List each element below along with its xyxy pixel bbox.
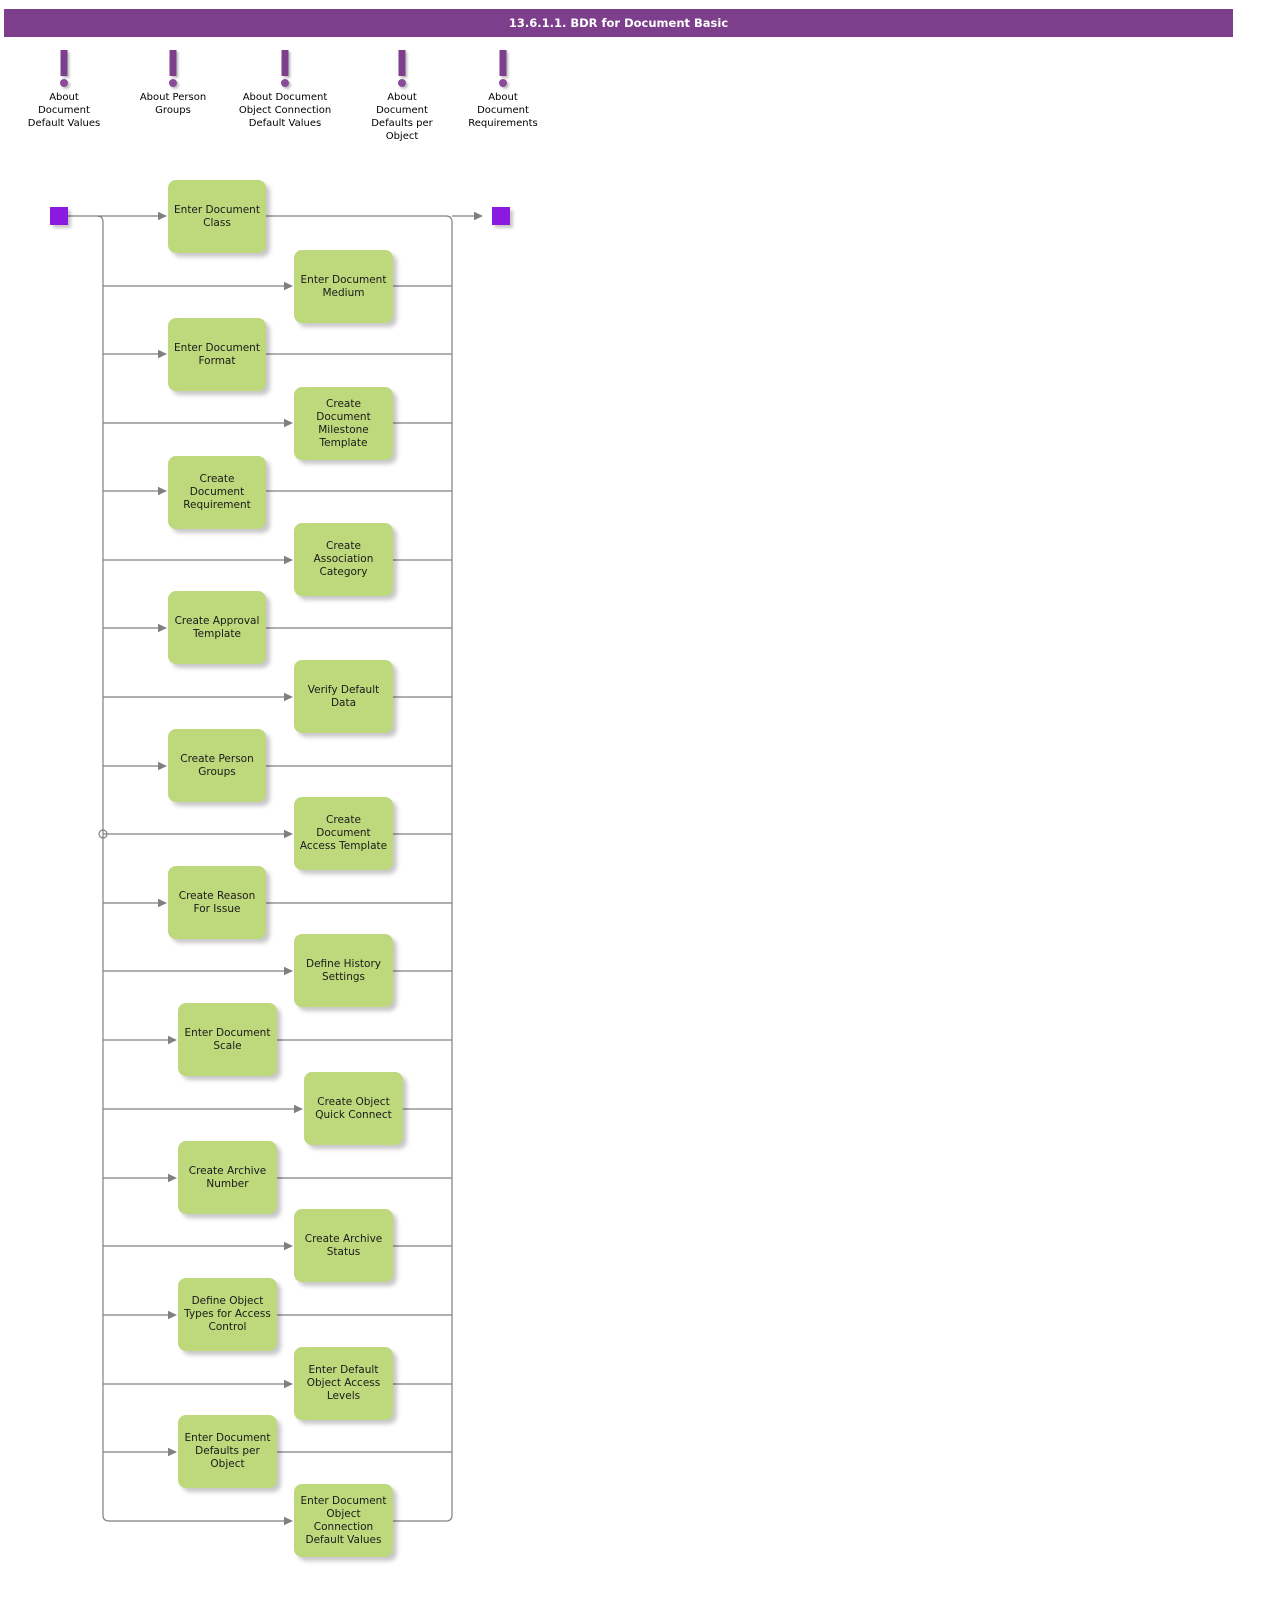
note-about-person-groups[interactable]: About Person Groups bbox=[113, 48, 233, 117]
arrowhead-icon bbox=[158, 349, 167, 359]
arrowhead-icon bbox=[284, 1516, 293, 1526]
arrowhead-icon bbox=[284, 829, 293, 839]
exclamation-bar bbox=[499, 50, 507, 76]
activity-enter-document-medium[interactable]: Enter Document Medium bbox=[294, 250, 393, 323]
note-label: About Person Groups bbox=[139, 92, 207, 116]
arrowhead-icon bbox=[168, 1310, 177, 1320]
note-label: About Document Default Values bbox=[27, 92, 101, 129]
activity-label: Enter Document Format bbox=[174, 341, 260, 367]
note-label: About Document Object Connection Default… bbox=[238, 92, 332, 129]
exclamation-dot bbox=[169, 79, 177, 87]
activity-label: Create Archive Number bbox=[188, 1164, 267, 1190]
wire-right-rail bbox=[445, 215, 453, 1522]
exclamation-dot bbox=[499, 79, 507, 87]
activity-label: Create Document Access Template bbox=[299, 814, 388, 852]
activity-label: Enter Document Medium bbox=[300, 273, 387, 299]
arrowhead-icon bbox=[284, 418, 293, 428]
activity-create-document-access-template[interactable]: Create Document Access Template bbox=[294, 797, 393, 870]
activity-label: Create Person Groups bbox=[180, 752, 254, 778]
activity-label: Define Object Types for Access Control bbox=[184, 1295, 271, 1333]
activity-label: Create Approval Template bbox=[174, 614, 260, 640]
arrowhead-icon bbox=[158, 486, 167, 496]
activity-enter-document-format[interactable]: Enter Document Format bbox=[168, 318, 266, 391]
activity-create-object-quick-connect[interactable]: Create Object Quick Connect bbox=[304, 1072, 403, 1145]
activity-create-association-category[interactable]: Create Association Category bbox=[294, 523, 393, 596]
activity-define-history-settings[interactable]: Define History Settings bbox=[294, 934, 393, 1007]
note-about-document-requirements[interactable]: About Document Requirements bbox=[443, 48, 563, 130]
exclamation-dot bbox=[281, 79, 289, 87]
activity-enter-document-scale[interactable]: Enter Document Scale bbox=[178, 1003, 277, 1076]
arrowhead-icon bbox=[284, 966, 293, 976]
exclamation-note-icon bbox=[4, 48, 124, 88]
activity-enter-default-object-access-levels[interactable]: Enter Default Object Access Levels bbox=[294, 1347, 393, 1420]
wire-crossover-junction bbox=[98, 829, 108, 839]
activity-label: Enter Document Class bbox=[174, 203, 260, 229]
activity-create-archive-number[interactable]: Create Archive Number bbox=[178, 1141, 277, 1214]
wire-left-rail-top-elbow bbox=[96, 215, 104, 223]
activity-enter-document-defaults-per-object[interactable]: Enter Document Defaults per Object bbox=[178, 1415, 277, 1488]
activity-create-person-groups[interactable]: Create Person Groups bbox=[168, 729, 266, 802]
exclamation-note-icon bbox=[225, 48, 345, 88]
activity-label: Enter Document Scale bbox=[184, 1026, 271, 1052]
arrowhead-icon bbox=[168, 1173, 177, 1183]
activity-label: Define History Settings bbox=[306, 957, 381, 983]
activity-create-document-requirement[interactable]: Create Document Requirement bbox=[168, 456, 266, 529]
activity-label: Create Object Quick Connect bbox=[315, 1095, 392, 1121]
arrowhead-icon bbox=[284, 555, 293, 565]
arrowhead-icon bbox=[284, 692, 293, 702]
activity-enter-document-object-connection-values[interactable]: Enter Document Object Connection Default… bbox=[294, 1484, 393, 1557]
activity-label: Enter Default Object Access Levels bbox=[306, 1364, 381, 1402]
activity-define-object-types-for-access-control[interactable]: Define Object Types for Access Control bbox=[178, 1278, 277, 1351]
exclamation-note-icon bbox=[443, 48, 563, 88]
arrowhead-icon bbox=[284, 1379, 293, 1389]
activity-create-reason-for-issue[interactable]: Create Reason For Issue bbox=[168, 866, 266, 939]
arrowhead-icon bbox=[168, 1447, 177, 1457]
exclamation-dot bbox=[60, 79, 68, 87]
activity-create-document-milestone-template[interactable]: Create Document Milestone Template bbox=[294, 387, 393, 460]
arrowhead-icon bbox=[158, 211, 167, 221]
exclamation-dot bbox=[398, 79, 406, 87]
activity-verify-default-data[interactable]: Verify Default Data bbox=[294, 660, 393, 733]
activity-label: Create Document Requirement bbox=[183, 473, 251, 511]
arrowhead-icon bbox=[284, 281, 293, 291]
arrowhead-icon bbox=[158, 761, 167, 771]
exclamation-note-icon bbox=[113, 48, 233, 88]
exclamation-bar bbox=[398, 50, 406, 76]
arrowhead-icon bbox=[474, 211, 483, 221]
arrowhead-icon bbox=[284, 1241, 293, 1251]
activity-label: Create Document Milestone Template bbox=[316, 397, 371, 449]
activity-create-approval-template[interactable]: Create Approval Template bbox=[168, 591, 266, 664]
page-title: 13.6.1.1. BDR for Document Basic bbox=[508, 16, 729, 30]
exclamation-bar bbox=[281, 50, 289, 76]
wire-left-rail bbox=[102, 222, 110, 1522]
activity-enter-document-class[interactable]: Enter Document Class bbox=[168, 180, 266, 253]
start-node[interactable] bbox=[50, 207, 68, 225]
note-label: About Document Requirements bbox=[468, 92, 538, 129]
note-about-document-default-values[interactable]: About Document Default Values bbox=[4, 48, 124, 130]
activity-label: Create Reason For Issue bbox=[178, 889, 256, 915]
arrowhead-icon bbox=[158, 898, 167, 908]
activity-label: Enter Document Defaults per Object bbox=[184, 1432, 271, 1470]
page-title-bar: 13.6.1.1. BDR for Document Basic bbox=[4, 9, 1233, 37]
exclamation-bar bbox=[60, 50, 68, 76]
end-node[interactable] bbox=[492, 207, 510, 225]
activity-create-archive-status[interactable]: Create Archive Status bbox=[294, 1209, 393, 1282]
exclamation-bar bbox=[169, 50, 177, 76]
arrowhead-icon bbox=[168, 1035, 177, 1045]
activity-label: Verify Default Data bbox=[307, 683, 380, 709]
activity-label: Create Archive Status bbox=[304, 1232, 383, 1258]
activity-label: Enter Document Object Connection Default… bbox=[300, 1494, 387, 1546]
note-about-document-object-connection-default[interactable]: About Document Object Connection Default… bbox=[225, 48, 345, 130]
arrowhead-icon bbox=[294, 1104, 303, 1114]
arrowhead-icon bbox=[158, 623, 167, 633]
activity-label: Create Association Category bbox=[313, 540, 374, 578]
